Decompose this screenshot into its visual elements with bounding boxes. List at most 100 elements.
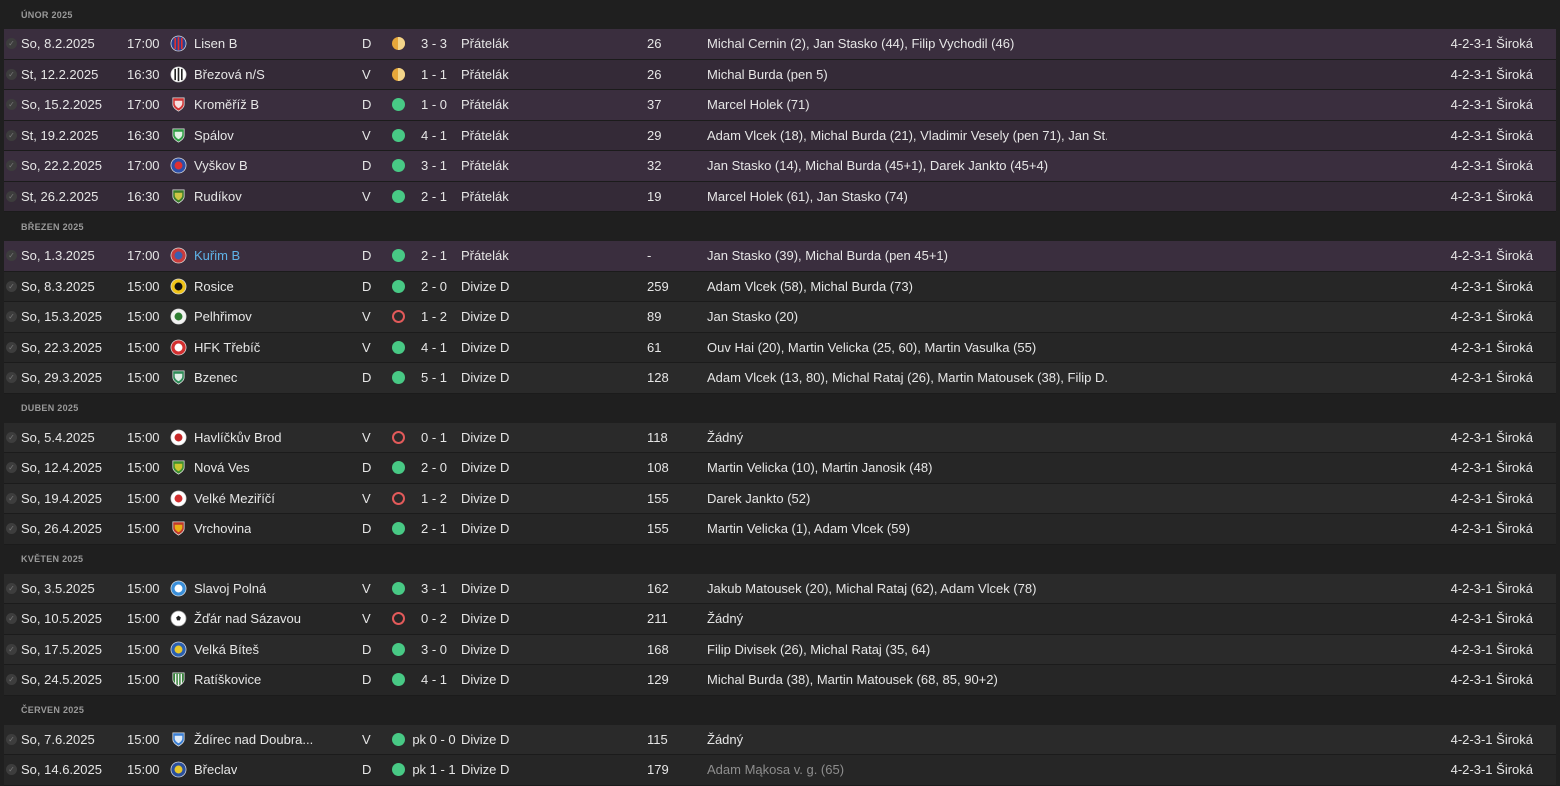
opponent-name[interactable]: Vrchovina xyxy=(194,514,251,544)
match-row[interactable]: ✓ So, 10.5.2025 15:00 Žďár nad Sázavou V… xyxy=(4,604,1556,635)
match-score[interactable]: 3 - 1 xyxy=(407,574,461,604)
competition[interactable]: Divize D xyxy=(461,635,509,665)
match-score[interactable]: 0 - 2 xyxy=(407,604,461,634)
match-score[interactable]: 1 - 1 xyxy=(407,60,461,90)
competition[interactable]: Divize D xyxy=(461,484,509,514)
match-row[interactable]: ✓ So, 17.5.2025 15:00 Velká Bíteš D 3 - … xyxy=(4,634,1556,665)
opponent-name[interactable]: Velké Meziříčí xyxy=(194,484,275,514)
match-score[interactable]: 4 - 1 xyxy=(407,121,461,151)
match-row[interactable]: ✓ St, 19.2.2025 16:30 Spálov V 4 - 1 Přá… xyxy=(4,120,1556,151)
competition[interactable]: Divize D xyxy=(461,302,509,332)
match-score[interactable]: 3 - 3 xyxy=(407,29,461,59)
competition[interactable]: Divize D xyxy=(461,665,509,695)
match-row[interactable]: ✓ So, 14.6.2025 15:00 Břeclav D pk 1 - 1… xyxy=(4,755,1556,786)
competition[interactable]: Divize D xyxy=(461,363,509,393)
opponent-name[interactable]: Bzenec xyxy=(194,363,237,393)
opponent-name[interactable]: Nová Ves xyxy=(194,453,250,483)
match-check[interactable]: ✓ xyxy=(6,604,20,634)
opponent-name[interactable]: Ratíškovice xyxy=(194,665,261,695)
competition[interactable]: Přátelák xyxy=(461,151,509,181)
match-score[interactable]: 3 - 0 xyxy=(407,635,461,665)
match-check[interactable]: ✓ xyxy=(6,574,20,604)
match-check[interactable]: ✓ xyxy=(6,60,20,90)
match-row[interactable]: ✓ So, 1.3.2025 17:00 Kuřim B D 2 - 1 Přá… xyxy=(4,241,1556,272)
match-check[interactable]: ✓ xyxy=(6,755,20,785)
match-score[interactable]: 3 - 1 xyxy=(407,151,461,181)
match-score[interactable]: pk 0 - 0 xyxy=(407,725,461,755)
competition[interactable]: Divize D xyxy=(461,604,509,634)
opponent-name[interactable]: Velká Bíteš xyxy=(194,635,259,665)
opponent-name[interactable]: Břeclav xyxy=(194,755,237,785)
match-row[interactable]: ✓ So, 3.5.2025 15:00 Slavoj Polná V 3 - … xyxy=(4,573,1556,604)
match-score[interactable]: 4 - 1 xyxy=(407,333,461,363)
opponent-name[interactable]: Slavoj Polná xyxy=(194,574,266,604)
match-check[interactable]: ✓ xyxy=(6,241,20,271)
competition[interactable]: Přátelák xyxy=(461,60,509,90)
competition[interactable]: Divize D xyxy=(461,272,509,302)
match-check[interactable]: ✓ xyxy=(6,514,20,544)
match-row[interactable]: ✓ So, 7.6.2025 15:00 Ždírec nad Doubra..… xyxy=(4,724,1556,755)
opponent-name[interactable]: Rosice xyxy=(194,272,234,302)
match-check[interactable]: ✓ xyxy=(6,665,20,695)
match-score[interactable]: 0 - 1 xyxy=(407,423,461,453)
opponent-name[interactable]: Havlíčkův Brod xyxy=(194,423,281,453)
match-row[interactable]: ✓ So, 8.2.2025 17:00 Lisen B D 3 - 3 Přá… xyxy=(4,29,1556,60)
opponent-name[interactable]: Žďár nad Sázavou xyxy=(194,604,301,634)
competition[interactable]: Přátelák xyxy=(461,241,509,271)
match-check[interactable]: ✓ xyxy=(6,121,20,151)
match-check[interactable]: ✓ xyxy=(6,363,20,393)
match-row[interactable]: ✓ So, 15.3.2025 15:00 Pelhřimov V 1 - 2 … xyxy=(4,302,1556,333)
opponent-name[interactable]: Pelhřimov xyxy=(194,302,252,332)
opponent-name[interactable]: Ždírec nad Doubra... xyxy=(194,725,313,755)
match-score[interactable]: 1 - 2 xyxy=(407,484,461,514)
opponent-name[interactable]: Kuřim B xyxy=(194,241,240,271)
match-score[interactable]: 1 - 2 xyxy=(407,302,461,332)
match-row[interactable]: ✓ So, 22.2.2025 17:00 Vyškov B D 3 - 1 P… xyxy=(4,151,1556,182)
match-row[interactable]: ✓ So, 5.4.2025 15:00 Havlíčkův Brod V 0 … xyxy=(4,422,1556,453)
match-score[interactable]: 1 - 0 xyxy=(407,90,461,120)
competition[interactable]: Přátelák xyxy=(461,182,509,212)
opponent-name[interactable]: HFK Třebíč xyxy=(194,333,260,363)
match-score[interactable]: pk 1 - 1 xyxy=(407,755,461,785)
competition[interactable]: Divize D xyxy=(461,333,509,363)
match-row[interactable]: ✓ So, 19.4.2025 15:00 Velké Meziříčí V 1… xyxy=(4,483,1556,514)
competition[interactable]: Divize D xyxy=(461,725,509,755)
match-row[interactable]: ✓ So, 26.4.2025 15:00 Vrchovina D 2 - 1 … xyxy=(4,514,1556,545)
match-check[interactable]: ✓ xyxy=(6,484,20,514)
match-row[interactable]: ✓ So, 24.5.2025 15:00 Ratíškovice D 4 - … xyxy=(4,665,1556,696)
competition[interactable]: Přátelák xyxy=(461,90,509,120)
competition[interactable]: Divize D xyxy=(461,423,509,453)
match-score[interactable]: 2 - 1 xyxy=(407,241,461,271)
match-score[interactable]: 5 - 1 xyxy=(407,363,461,393)
match-check[interactable]: ✓ xyxy=(6,90,20,120)
competition[interactable]: Divize D xyxy=(461,453,509,483)
opponent-name[interactable]: Vyškov B xyxy=(194,151,248,181)
match-row[interactable]: ✓ So, 8.3.2025 15:00 Rosice D 2 - 0 Divi… xyxy=(4,271,1556,302)
opponent-name[interactable]: Lisen B xyxy=(194,29,237,59)
match-check[interactable]: ✓ xyxy=(6,725,20,755)
match-check[interactable]: ✓ xyxy=(6,272,20,302)
match-check[interactable]: ✓ xyxy=(6,635,20,665)
match-row[interactable]: ✓ St, 26.2.2025 16:30 Rudíkov V 2 - 1 Př… xyxy=(4,181,1556,212)
match-row[interactable]: ✓ So, 22.3.2025 15:00 HFK Třebíč V 4 - 1… xyxy=(4,332,1556,363)
competition[interactable]: Divize D xyxy=(461,574,509,604)
match-row[interactable]: ✓ So, 12.4.2025 15:00 Nová Ves D 2 - 0 D… xyxy=(4,453,1556,484)
match-score[interactable]: 2 - 1 xyxy=(407,182,461,212)
match-check[interactable]: ✓ xyxy=(6,333,20,363)
match-score[interactable]: 4 - 1 xyxy=(407,665,461,695)
match-score[interactable]: 2 - 0 xyxy=(407,453,461,483)
opponent-name[interactable]: Rudíkov xyxy=(194,182,242,212)
match-check[interactable]: ✓ xyxy=(6,302,20,332)
match-score[interactable]: 2 - 1 xyxy=(407,514,461,544)
opponent-name[interactable]: Spálov xyxy=(194,121,234,151)
match-row[interactable]: ✓ St, 12.2.2025 16:30 Březová n/S V 1 - … xyxy=(4,59,1556,90)
match-check[interactable]: ✓ xyxy=(6,29,20,59)
match-row[interactable]: ✓ So, 15.2.2025 17:00 Kroměříž B D 1 - 0… xyxy=(4,90,1556,121)
match-row[interactable]: ✓ So, 29.3.2025 15:00 Bzenec D 5 - 1 Div… xyxy=(4,363,1556,394)
match-score[interactable]: 2 - 0 xyxy=(407,272,461,302)
competition[interactable]: Divize D xyxy=(461,514,509,544)
opponent-name[interactable]: Kroměříž B xyxy=(194,90,259,120)
match-check[interactable]: ✓ xyxy=(6,151,20,181)
competition[interactable]: Divize D xyxy=(461,755,509,785)
match-check[interactable]: ✓ xyxy=(6,423,20,453)
